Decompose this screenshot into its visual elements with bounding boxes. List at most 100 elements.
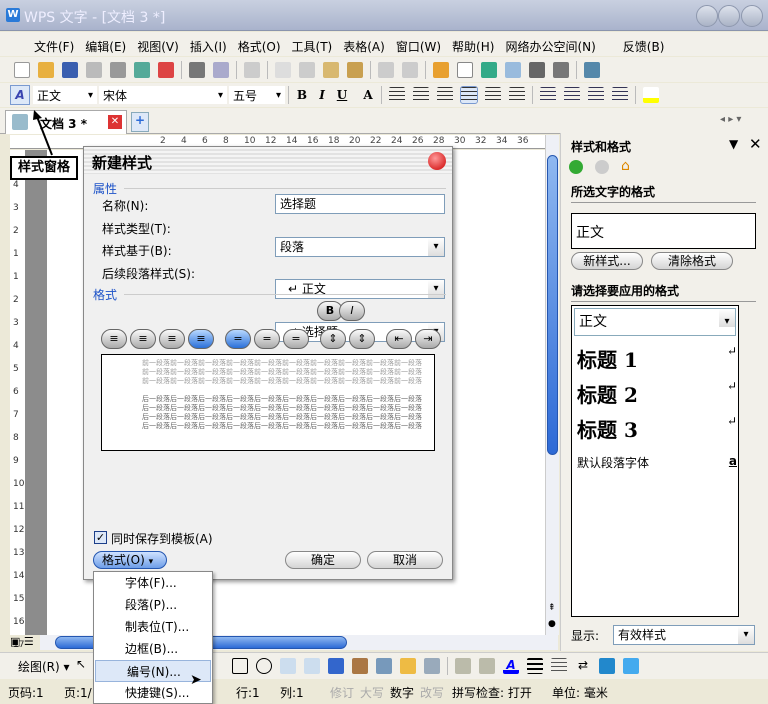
menu-window[interactable]: 窗口(W) [396,38,441,55]
new-style-button[interactable]: 新样式... [571,252,643,270]
select-pointer-icon[interactable]: ↖ [76,657,86,671]
picture-icon[interactable] [376,658,392,674]
gallery-icon[interactable] [400,658,416,674]
decrease-indent-icon[interactable] [588,87,604,103]
increase-indent-icon[interactable] [612,87,628,103]
bold-button[interactable]: B [292,88,312,102]
align-right-button[interactable]: ≡ [159,329,185,349]
menu-item-font[interactable]: 字体(F)... [94,572,212,594]
numbering-icon[interactable] [540,87,556,103]
current-style-item[interactable]: 正文 [574,308,736,336]
view-mode-icons[interactable]: ▣ ☰ [10,635,34,648]
dialog-close-icon[interactable] [428,152,446,170]
save-all-icon[interactable] [86,62,102,78]
home-icon[interactable]: ⌂ [621,158,630,174]
based-on-select[interactable]: ↵ 正文 [275,279,445,299]
save-template-checkbox[interactable]: ✓ [94,531,107,544]
new-doc-icon[interactable] [14,62,30,78]
pdf-icon[interactable] [158,62,174,78]
email-icon[interactable] [134,62,150,78]
table-icon[interactable] [505,62,521,78]
vertical-scrollbar[interactable]: ⇞●⇟ [545,135,559,645]
doc-tab[interactable]: 文档 3 * ✕ [5,110,127,134]
increase-indent-button[interactable]: ⇥ [415,329,441,349]
decrease-space-button[interactable]: ⇕ [349,329,375,349]
menu-view[interactable]: 视图(V) [137,38,179,55]
forward-icon[interactable] [595,160,609,174]
menu-file[interactable]: 文件(F) [34,38,74,55]
shadow-icon[interactable] [599,658,615,674]
format-painter-icon[interactable] [347,62,363,78]
double-spacing-button[interactable]: = [283,329,309,349]
minimize-button[interactable] [696,5,718,27]
menu-feedback[interactable]: 反馈(B) [623,38,665,55]
increase-space-button[interactable]: ⇕ [320,329,346,349]
align-center-button[interactable]: ≡ [130,329,156,349]
align-right-icon[interactable] [437,87,453,103]
line-spacing-icon[interactable] [509,87,525,103]
highlight-icon[interactable] [643,87,659,103]
formula-icon[interactable] [457,62,473,78]
menu-item-tabs[interactable]: 制表位(T)... [94,616,212,638]
vertical-textbox-icon[interactable] [304,658,320,674]
cancel-button[interactable]: 取消 [367,551,443,569]
align-left-button[interactable]: ≡ [101,329,127,349]
open-icon[interactable] [38,62,54,78]
menu-tools[interactable]: 工具(T) [292,38,333,55]
textbox-icon[interactable] [280,658,296,674]
bullets-icon[interactable] [564,87,580,103]
style-item-heading-3[interactable]: 标题 3 ↵ [577,414,737,443]
rectangle-icon[interactable] [232,658,248,674]
single-spacing-button[interactable]: = [225,329,251,349]
pane-menu-icon[interactable]: ▼ [729,137,738,151]
font-combo[interactable]: 宋体 [99,86,227,105]
document-map-icon[interactable] [584,62,600,78]
font-color-icon[interactable]: A [503,658,519,674]
vertical-text-icon[interactable] [553,62,569,78]
traditional-chinese-icon[interactable] [244,62,260,78]
columns-icon[interactable] [529,62,545,78]
permissions-icon[interactable] [110,62,126,78]
type-select[interactable]: 段落 [275,237,445,257]
draw-menu[interactable]: 绘图(R) ▾ [18,658,70,675]
wordart-icon[interactable] [328,658,344,674]
align-center-icon[interactable] [413,87,429,103]
status-overwrite[interactable]: 改写 [420,684,444,701]
menu-edit[interactable]: 编辑(E) [85,38,126,55]
menu-network-office[interactable]: 网络办公空间(N) [505,38,595,55]
underline-button[interactable]: U [332,88,352,102]
menu-table[interactable]: 表格(A) [343,38,385,55]
menu-insert[interactable]: 插入(I) [190,38,227,55]
format-dropdown-button[interactable]: 格式(O) ▾ [93,551,167,569]
copy-icon[interactable] [275,62,291,78]
pane-close-icon[interactable]: ✕ [749,135,762,153]
show-select[interactable]: 有效样式 [613,625,755,645]
styles-pane-icon[interactable]: A [10,85,30,105]
close-button[interactable] [741,5,763,27]
vertical-ruler[interactable]: 4 3 2 1 1 2 3 4 5 6 7 8 9 10 11 12 13 14 15 16 17 [10,150,25,650]
justify-button[interactable]: ≡ [188,329,214,349]
style-list[interactable]: 正文 标题 1↵ 标题 2↵ 标题 3↵ 默认段落字体a [571,305,739,617]
hyperlink-icon[interactable] [481,62,497,78]
maximize-button[interactable] [718,5,740,27]
style-item-default-font[interactable]: 默认段落字体 a [577,454,737,471]
style-item-heading-2[interactable]: 标题 2 ↵ [577,379,737,408]
decrease-indent-button[interactable]: ⇤ [386,329,412,349]
menu-item-paragraph[interactable]: 段落(P)... [94,594,212,616]
one-half-spacing-button[interactable]: = [254,329,280,349]
italic-button[interactable]: I [312,88,332,102]
justify-icon[interactable] [460,86,478,104]
fill-color-icon[interactable] [455,658,471,674]
ok-button[interactable]: 确定 [285,551,361,569]
3d-icon[interactable] [623,658,639,674]
menu-item-border[interactable]: 边框(B)... [94,638,212,660]
align-left-icon[interactable] [389,87,405,103]
arrow-style-icon[interactable]: ⇄ [575,658,591,674]
clipart-icon[interactable] [352,658,368,674]
line-style-icon[interactable] [527,658,543,674]
status-revision[interactable]: 修订 [330,684,354,701]
menu-format[interactable]: 格式(O) [238,38,281,55]
clear-format-button[interactable]: 清除格式 [651,252,733,270]
vertical-scroll-thumb[interactable] [547,155,558,455]
print-icon[interactable] [189,62,205,78]
